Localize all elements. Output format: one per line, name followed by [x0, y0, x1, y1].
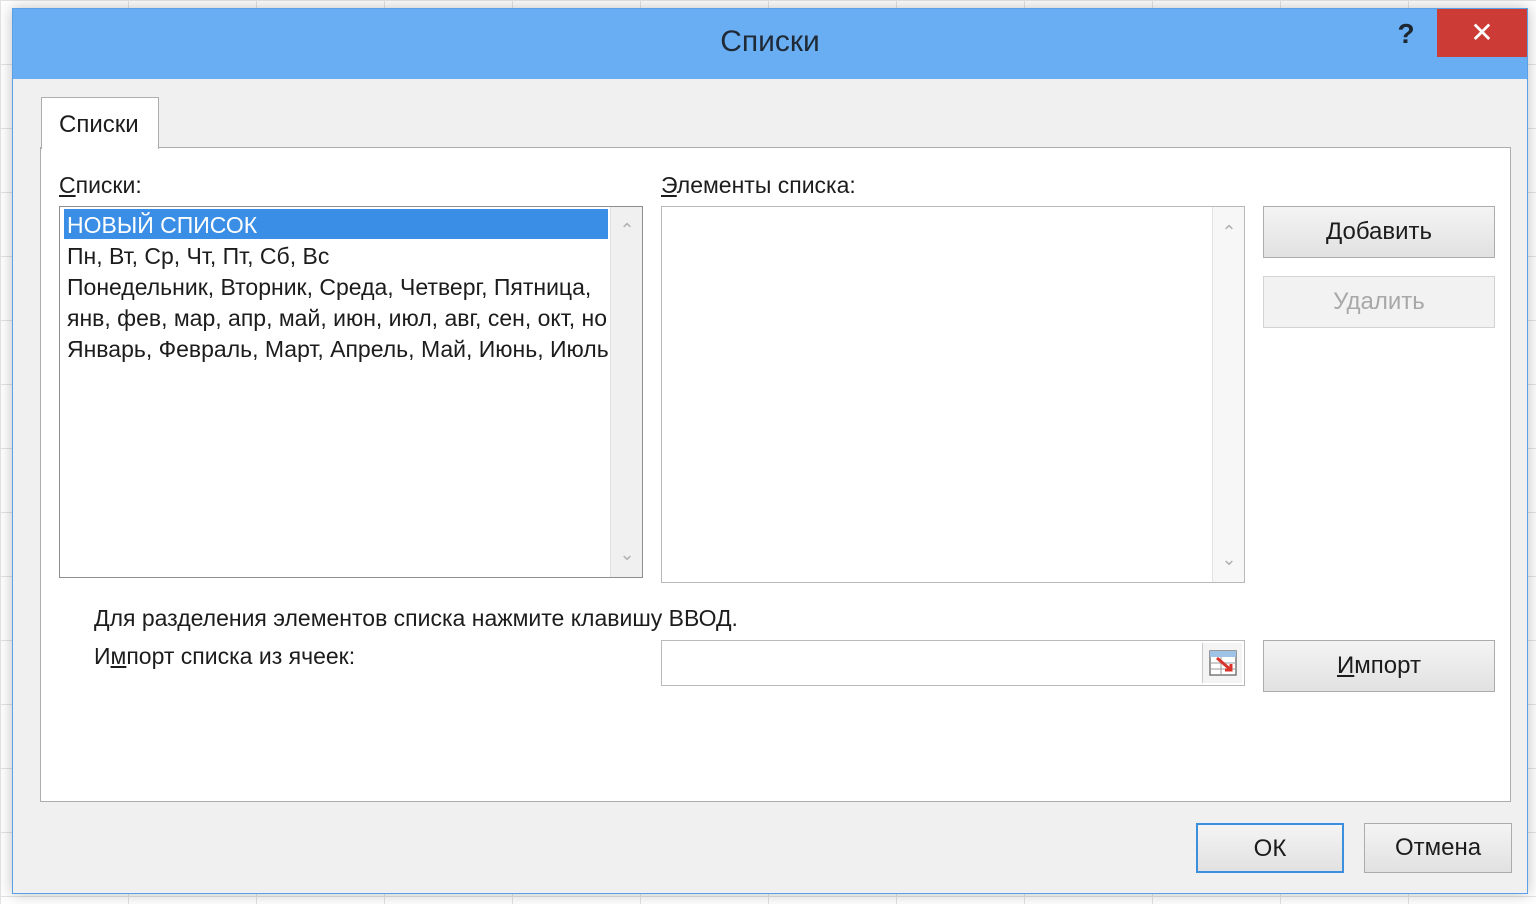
import-label: Импорт списка из ячеек:	[94, 643, 356, 669]
list-entries-textarea[interactable]: ⌃ ⌄	[661, 206, 1245, 583]
hint-text: Для разделения элементов списка нажмите …	[94, 605, 738, 631]
cancel-button[interactable]: Отмена	[1364, 823, 1512, 873]
delete-button[interactable]: Удалить	[1263, 276, 1495, 328]
close-icon[interactable]: ✕	[1437, 9, 1527, 57]
ok-button[interactable]: ОК	[1196, 823, 1344, 873]
title-bar[interactable]: Списки ? ✕	[13, 9, 1527, 79]
lists-scrollbar[interactable]: ⌃ ⌄	[610, 207, 642, 577]
list-item[interactable]: НОВЫЙ СПИСОК	[64, 209, 608, 239]
range-select-icon[interactable]	[1202, 643, 1242, 683]
list-item[interactable]: Пн, Вт, Ср, Чт, Пт, Сб, Вс	[64, 240, 608, 270]
tab-panel: Списки: НОВЫЙ СПИСОК Пн, Вт, Ср, Чт, Пт,…	[40, 147, 1511, 802]
list-item[interactable]: Январь, Февраль, Март, Апрель, Май, Июнь…	[64, 333, 608, 363]
lists-label: Списки:	[59, 172, 142, 198]
help-icon[interactable]: ?	[1391, 17, 1421, 51]
tab-lists[interactable]: Списки	[41, 97, 159, 149]
list-entries-label: Элементы списка:	[661, 172, 856, 198]
custom-lists-listbox[interactable]: НОВЫЙ СПИСОК Пн, Вт, Ср, Чт, Пт, Сб, Вс …	[59, 206, 643, 578]
list-item[interactable]: янв, фев, мар, апр, май, июн, июл, авг, …	[64, 302, 608, 332]
dialog-title: Списки	[720, 25, 820, 58]
import-button[interactable]: Импорт	[1263, 640, 1495, 692]
chevron-down-icon[interactable]: ⌄	[1213, 544, 1245, 574]
chevron-up-icon[interactable]: ⌃	[611, 215, 642, 245]
entries-scrollbar[interactable]: ⌃ ⌄	[1212, 207, 1244, 582]
import-range-input[interactable]	[661, 640, 1245, 686]
chevron-up-icon[interactable]: ⌃	[1213, 217, 1245, 247]
lists-dialog: Списки ? ✕ Списки Списки: НОВЫЙ СПИСОК П…	[12, 8, 1528, 894]
add-button[interactable]: Добавить	[1263, 206, 1495, 258]
list-item[interactable]: Понедельник, Вторник, Среда, Четверг, Пя…	[64, 271, 608, 301]
chevron-down-icon[interactable]: ⌄	[611, 539, 642, 569]
